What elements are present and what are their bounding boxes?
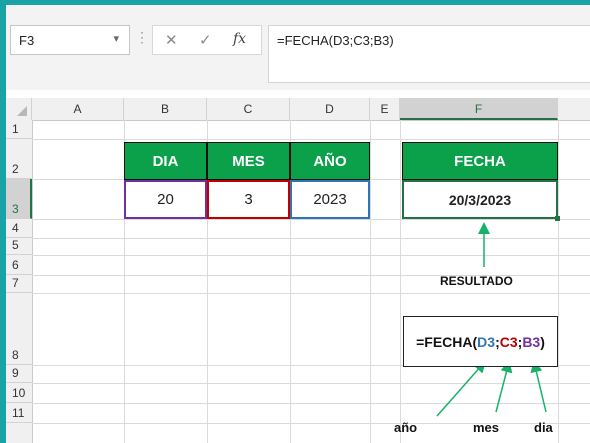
- row-number: 7: [12, 276, 19, 290]
- row-header-9[interactable]: 9: [6, 365, 32, 383]
- separator-icon: ⋮: [135, 29, 149, 45]
- row-header-10[interactable]: 10: [6, 383, 32, 403]
- formula-annotation-box: =FECHA(D3; C3; B3): [403, 316, 558, 367]
- insert-function-icon[interactable]: fx: [233, 31, 246, 47]
- formula-suffix: ): [540, 333, 545, 350]
- column-header-e[interactable]: E: [370, 98, 400, 120]
- arrow-to-c3: [495, 360, 513, 413]
- dia-label: dia: [534, 420, 553, 435]
- row-number: 6: [12, 258, 19, 272]
- row-header-6[interactable]: 6: [6, 255, 32, 275]
- formula-input[interactable]: =FECHA(D3;C3;B3): [268, 25, 590, 83]
- row-number: 5: [12, 238, 19, 252]
- cancel-icon[interactable]: ✕: [165, 31, 178, 49]
- formula-ref-d3: D3: [477, 333, 496, 350]
- anio-label: año: [394, 420, 418, 435]
- row-number: 2: [12, 162, 19, 176]
- row-number: 3: [12, 202, 19, 216]
- formula-bar: F3 ▾ ⋮ ✕ ✓ fx =FECHA(D3;C3;B3): [6, 5, 590, 90]
- row-header-7[interactable]: 7: [6, 275, 32, 293]
- name-box[interactable]: F3 ▾: [10, 25, 130, 55]
- row-number: 8: [12, 348, 19, 362]
- excel-window: F3 ▾ ⋮ ✕ ✓ fx =FECHA(D3;C3;B3) A B C D E…: [6, 5, 590, 443]
- resultado-label: RESULTADO: [440, 274, 513, 288]
- select-all-corner[interactable]: [6, 98, 32, 120]
- column-header-a[interactable]: A: [32, 98, 124, 120]
- formula-buttons: ✕ ✓ fx: [152, 25, 262, 55]
- row-number: 4: [12, 221, 19, 235]
- column-header-c[interactable]: C: [207, 98, 290, 120]
- row-number: 9: [12, 366, 19, 380]
- row-header-3[interactable]: 3: [6, 179, 32, 219]
- row-header-2[interactable]: 2: [6, 139, 32, 179]
- row-number: 10: [12, 386, 26, 400]
- column-header-f[interactable]: F: [400, 98, 558, 120]
- arrow-to-d3: [436, 360, 486, 417]
- formula-ref-c3: C3: [499, 333, 518, 350]
- row-header-11[interactable]: 11: [6, 403, 32, 423]
- enter-icon[interactable]: ✓: [199, 31, 212, 49]
- row-headers: 1 2 3 4 5 6 7 8 9 10 11: [6, 120, 33, 443]
- column-headers: A B C D E F: [6, 98, 590, 121]
- name-box-value: F3: [19, 33, 35, 48]
- formula-text: =FECHA(D3;C3;B3): [277, 33, 394, 48]
- formula-prefix: =FECHA(: [416, 333, 478, 350]
- row-header-5[interactable]: 5: [6, 238, 32, 255]
- column-header-b[interactable]: B: [124, 98, 207, 120]
- formula-ref-b3: B3: [522, 333, 541, 350]
- row-header-8[interactable]: 8: [6, 293, 32, 365]
- row-header-1[interactable]: 1: [6, 120, 32, 139]
- arrow-to-b3: [530, 360, 547, 413]
- column-header-d[interactable]: D: [290, 98, 370, 120]
- row-number: 11: [12, 406, 25, 420]
- row-number: 1: [12, 122, 19, 136]
- spreadsheet-grid[interactable]: DIA MES AÑO FECHA 20 3 2023 20/3/2023 RE…: [32, 120, 590, 443]
- mes-label: mes: [473, 420, 500, 435]
- row-header-4[interactable]: 4: [6, 219, 32, 238]
- chevron-down-icon[interactable]: ▾: [113, 32, 119, 45]
